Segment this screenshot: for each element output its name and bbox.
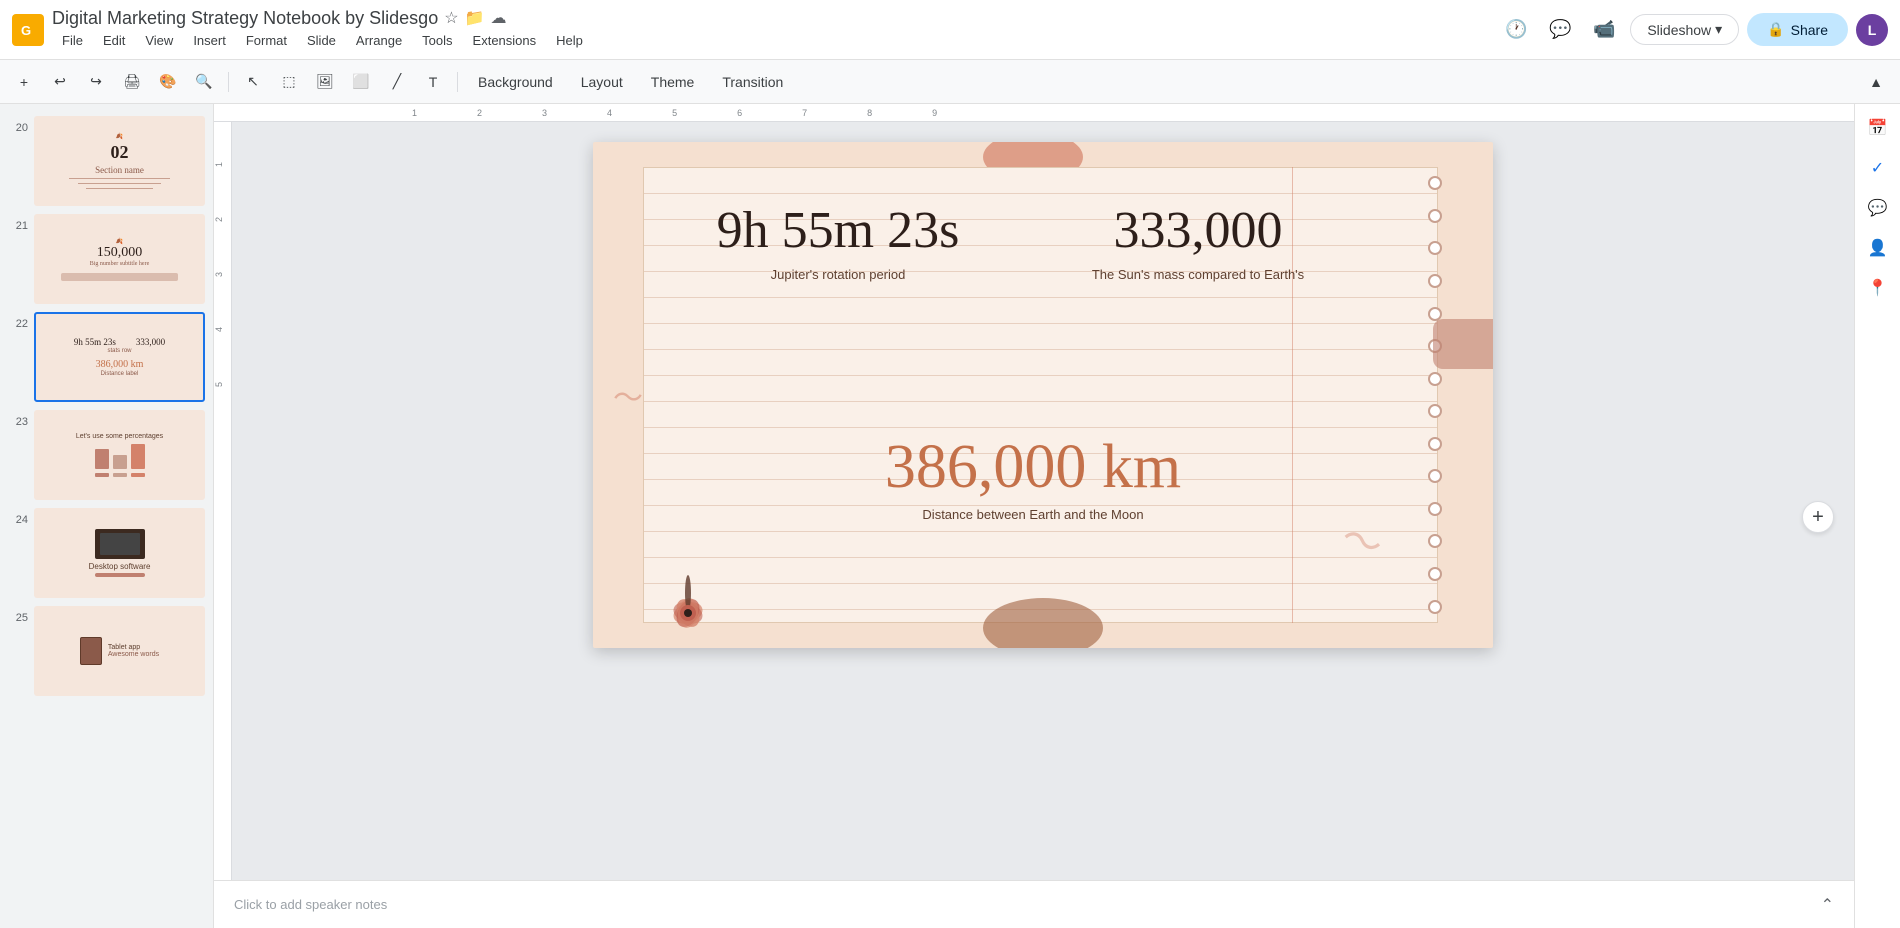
slide-thumb-25[interactable]: Tablet app Awesome words	[34, 606, 205, 696]
ruler-vertical: 1 2 3 4 5	[214, 122, 232, 880]
doc-title[interactable]: Digital Marketing Strategy Notebook by S…	[52, 8, 438, 29]
image-button[interactable]: 🖼	[309, 66, 341, 98]
slide-number-25: 25	[8, 606, 28, 624]
expand-notes-icon[interactable]: ⌃	[1821, 895, 1834, 915]
star-icon[interactable]: ☆	[444, 8, 458, 28]
slide-number-22: 22	[8, 312, 28, 330]
print-button[interactable]: 🖨	[116, 66, 148, 98]
slide-number-24: 24	[8, 508, 28, 526]
cursor-button[interactable]: ↖	[237, 66, 269, 98]
stat1-label: Jupiter's rotation period	[653, 267, 1023, 282]
zoom-button[interactable]: 🔍	[188, 66, 220, 98]
stat2-label: The Sun's mass compared to Earth's	[1033, 267, 1363, 282]
right-sidebar: 📅 ✓ 💬 👤 📍	[1854, 104, 1900, 928]
deco-blob-right	[1433, 319, 1493, 369]
background-button[interactable]: Background	[466, 66, 565, 98]
doc-title-area: Digital Marketing Strategy Notebook by S…	[52, 8, 1490, 52]
menu-edit[interactable]: Edit	[93, 29, 135, 52]
menu-tools[interactable]: Tools	[412, 29, 462, 52]
ruler-canvas-area: 1 2 3 4 5	[214, 122, 1854, 880]
main-area: 20 🍂 02 Section name 21 🍂 150,000 Bi	[0, 104, 1900, 928]
ruler-horizontal: 1 2 3 4 5 6 7 8 9	[214, 104, 1854, 122]
canvas-area: 1 2 3 4 5 6 7 8 9 1 2 3 4 5	[214, 104, 1854, 928]
menu-file[interactable]: File	[52, 29, 93, 52]
slide-number-23: 23	[8, 410, 28, 428]
slide-thumb-23[interactable]: Let's use some percentages	[34, 410, 205, 500]
slide-main[interactable]: 〜 9h 55m 23s Jupiter's rotation period 3…	[593, 142, 1493, 648]
slide-item-23[interactable]: 23 Let's use some percentages	[0, 406, 213, 504]
slide-thumb-22[interactable]: 9h 55m 23s333,000 stats row 386,000 km D…	[34, 312, 205, 402]
menu-bar: File Edit View Insert Format Slide Arran…	[52, 29, 1490, 52]
person-icon[interactable]: 👤	[1862, 232, 1894, 264]
check-circle-icon[interactable]: ✓	[1862, 152, 1894, 184]
video-icon[interactable]: 📹	[1586, 12, 1622, 48]
chevron-down-icon: ▾	[1715, 21, 1722, 38]
stat1-value: 9h 55m 23s	[653, 202, 1023, 259]
stat-sun-mass: 333,000 The Sun's mass compared to Earth…	[1033, 202, 1363, 282]
menu-slide[interactable]: Slide	[297, 29, 346, 52]
app-logo: G	[12, 14, 44, 46]
line-button[interactable]: ╱	[381, 66, 413, 98]
share-button[interactable]: 🔒 Share	[1747, 13, 1848, 46]
separator-2	[457, 72, 458, 92]
paint-format-button[interactable]: 🎨	[152, 66, 184, 98]
slide-item-24[interactable]: 24 Desktop software	[0, 504, 213, 602]
flower-decoration	[648, 558, 728, 633]
svg-text:G: G	[21, 23, 31, 38]
cloud-icon[interactable]: ☁	[490, 8, 506, 28]
slide-item-21[interactable]: 21 🍂 150,000 Big number subtitle here	[0, 210, 213, 308]
slide-thumb-20[interactable]: 🍂 02 Section name	[34, 116, 205, 206]
shape-button[interactable]: ⬜	[345, 66, 377, 98]
stat-rotation-period: 9h 55m 23s Jupiter's rotation period	[653, 202, 1023, 282]
calendar-icon[interactable]: 📅	[1862, 112, 1894, 144]
toolbar: + ↩ ↪ 🖨 🎨 🔍 ↖ ⬚ 🖼 ⬜ ╱ T Background Layou…	[0, 60, 1900, 104]
comment-icon[interactable]: 💬	[1542, 12, 1578, 48]
separator-1	[228, 72, 229, 92]
ribbon-left: 〜	[613, 373, 643, 417]
menu-arrange[interactable]: Arrange	[346, 29, 412, 52]
zoom-in-button[interactable]: +	[1802, 501, 1834, 533]
select-button[interactable]: ⬚	[273, 66, 305, 98]
slide-number-21: 21	[8, 214, 28, 232]
menu-help[interactable]: Help	[546, 29, 593, 52]
comment-sidebar-icon[interactable]: 💬	[1862, 192, 1894, 224]
lock-icon: 🔒	[1767, 21, 1784, 38]
slide-thumb-21[interactable]: 🍂 150,000 Big number subtitle here	[34, 214, 205, 304]
avatar[interactable]: L	[1856, 14, 1888, 46]
stat2-value: 333,000	[1033, 202, 1363, 259]
collapse-toolbar-button[interactable]: ▲	[1860, 66, 1892, 98]
layout-button[interactable]: Layout	[569, 66, 635, 98]
slide-item-20[interactable]: 20 🍂 02 Section name	[0, 112, 213, 210]
slide-item-22[interactable]: 22 9h 55m 23s333,000 stats row 386,000 k…	[0, 308, 213, 406]
history-icon[interactable]: 🕐	[1498, 12, 1534, 48]
transition-button[interactable]: Transition	[710, 66, 795, 98]
slide-thumb-24[interactable]: Desktop software	[34, 508, 205, 598]
slide-item-25[interactable]: 25 Tablet app Awesome words	[0, 602, 213, 700]
spiral-holes	[1427, 167, 1443, 623]
text-button[interactable]: T	[417, 66, 449, 98]
slideshow-button[interactable]: Slideshow ▾	[1630, 14, 1739, 45]
slide-number-20: 20	[8, 116, 28, 134]
redo-button[interactable]: ↪	[80, 66, 112, 98]
theme-button[interactable]: Theme	[639, 66, 707, 98]
slide-canvas-wrap[interactable]: 〜 9h 55m 23s Jupiter's rotation period 3…	[232, 122, 1854, 880]
slide-panel: 20 🍂 02 Section name 21 🍂 150,000 Bi	[0, 104, 214, 928]
menu-format[interactable]: Format	[236, 29, 297, 52]
add-button[interactable]: +	[8, 66, 40, 98]
speaker-notes-placeholder: Click to add speaker notes	[234, 897, 387, 912]
menu-view[interactable]: View	[135, 29, 183, 52]
undo-button[interactable]: ↩	[44, 66, 76, 98]
pin-icon[interactable]: 📍	[1862, 272, 1894, 304]
stat-moon-distance: 386,000 km Distance between Earth and th…	[653, 432, 1413, 522]
menu-insert[interactable]: Insert	[183, 29, 236, 52]
top-bar: G Digital Marketing Strategy Notebook by…	[0, 0, 1900, 60]
menu-extensions[interactable]: Extensions	[463, 29, 547, 52]
stat3-value: 386,000 km	[653, 432, 1413, 503]
speaker-notes[interactable]: Click to add speaker notes ⌃	[214, 880, 1854, 928]
folder-icon[interactable]: 📁	[465, 8, 485, 28]
top-right-controls: 🕐 💬 📹 Slideshow ▾ 🔒 Share L	[1498, 12, 1888, 48]
stat3-label: Distance between Earth and the Moon	[653, 507, 1413, 522]
